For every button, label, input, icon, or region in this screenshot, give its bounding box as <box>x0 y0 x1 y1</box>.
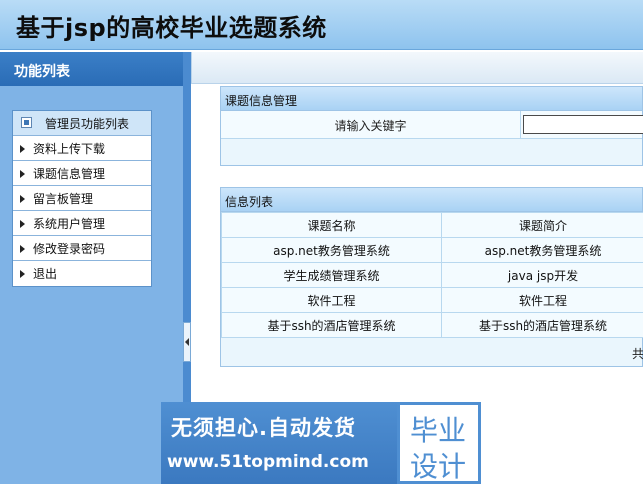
watermark-brand-line2: 设计 <box>410 450 467 483</box>
watermark-slogan: 无须担心.自动发货 <box>171 416 356 440</box>
sidebar-item-topic-management[interactable]: 课题信息管理 <box>13 161 151 186</box>
arrow-right-icon <box>20 195 25 203</box>
watermark-logo: 毕业 设计 <box>397 402 481 484</box>
arrow-right-icon <box>20 170 25 178</box>
cell-topic-name: asp.net教务管理系统 <box>221 237 442 263</box>
list-panel-title: 信息列表 <box>221 188 642 212</box>
arrow-right-icon <box>20 270 25 278</box>
search-panel-title: 课题信息管理 <box>221 87 642 111</box>
search-panel: 课题信息管理 请输入关键字 <box>220 86 643 166</box>
cell-topic-intro: 基于ssh的酒店管理系统 <box>441 312 643 338</box>
topic-table: 课题名称 课题简介 asp.net教务管理系统 asp.net教务管理系统 学生… <box>221 212 643 338</box>
watermark-brand-line1: 毕业 <box>410 414 467 447</box>
sidebar-item-change-password[interactable]: 修改登录密码 <box>13 236 151 261</box>
sidebar-item-label: 修改登录密码 <box>33 242 106 256</box>
cell-topic-name: 学生成绩管理系统 <box>221 262 442 288</box>
table-header-row: 课题名称 课题简介 <box>221 212 643 238</box>
arrow-left-icon <box>185 338 189 346</box>
search-label: 请输入关键字 <box>221 111 521 139</box>
sidebar-item-label: 课题信息管理 <box>33 167 106 181</box>
cell-topic-name: 软件工程 <box>221 287 442 313</box>
app-title: 基于jsp的高校毕业选题系统 <box>16 14 327 42</box>
collapse-sidebar-handle[interactable] <box>183 322 191 362</box>
table-row[interactable]: 基于ssh的酒店管理系统 基于ssh的酒店管理系统 <box>221 312 643 338</box>
sidebar-item-label: 留言板管理 <box>33 192 94 206</box>
watermark-left: 无须担心.自动发货 www.51topmind.com <box>161 402 397 484</box>
list-panel: 信息列表 课题名称 课题简介 asp.net教务管理系统 asp.net教务管理… <box>220 187 643 367</box>
main-toolbar <box>191 52 643 84</box>
search-row: 请输入关键字 <box>221 111 643 139</box>
list-panel-footer: 共 <box>221 338 643 366</box>
app-header: 基于jsp的高校毕业选题系统 <box>0 0 643 50</box>
column-header-topic-name: 课题名称 <box>221 212 442 238</box>
menu-checkbox-icon <box>21 117 32 128</box>
search-panel-footer <box>221 139 642 165</box>
table-row[interactable]: asp.net教务管理系统 asp.net教务管理系统 <box>221 237 643 263</box>
arrow-right-icon <box>20 220 25 228</box>
cell-topic-name: 基于ssh的酒店管理系统 <box>221 312 442 338</box>
sidebar-item-message-board[interactable]: 留言板管理 <box>13 186 151 211</box>
table-row[interactable]: 软件工程 软件工程 <box>221 287 643 313</box>
pagination-summary: 共 <box>631 347 643 361</box>
column-header-topic-intro: 课题简介 <box>441 212 643 238</box>
cell-topic-intro: asp.net教务管理系统 <box>441 237 643 263</box>
watermark-banner: 无须担心.自动发货 www.51topmind.com 毕业 设计 <box>161 402 481 484</box>
arrow-right-icon <box>20 245 25 253</box>
sidebar: 功能列表 管理员功能列表 资料上传下载 课题信息管理 留言板管理 系统用户管理 … <box>0 52 183 484</box>
watermark-url: www.51topmind.com <box>167 452 369 472</box>
arrow-right-icon <box>20 145 25 153</box>
sidebar-item-label: 系统用户管理 <box>33 217 106 231</box>
menu-title: 管理员功能列表 <box>13 111 151 136</box>
table-row[interactable]: 学生成绩管理系统 java jsp开发 <box>221 262 643 288</box>
sidebar-menu: 管理员功能列表 资料上传下载 课题信息管理 留言板管理 系统用户管理 修改登录密… <box>12 110 152 287</box>
cell-topic-intro: 软件工程 <box>441 287 643 313</box>
sidebar-item-label: 退出 <box>33 267 58 281</box>
cell-topic-intro: java jsp开发 <box>441 262 643 288</box>
sidebar-item-label: 资料上传下载 <box>33 142 106 156</box>
sidebar-item-file-upload[interactable]: 资料上传下载 <box>13 136 151 161</box>
keyword-input[interactable] <box>523 115 643 134</box>
sidebar-item-logout[interactable]: 退出 <box>13 261 151 286</box>
sidebar-header: 功能列表 <box>0 52 183 86</box>
sidebar-item-user-management[interactable]: 系统用户管理 <box>13 211 151 236</box>
menu-title-label: 管理员功能列表 <box>45 117 130 131</box>
